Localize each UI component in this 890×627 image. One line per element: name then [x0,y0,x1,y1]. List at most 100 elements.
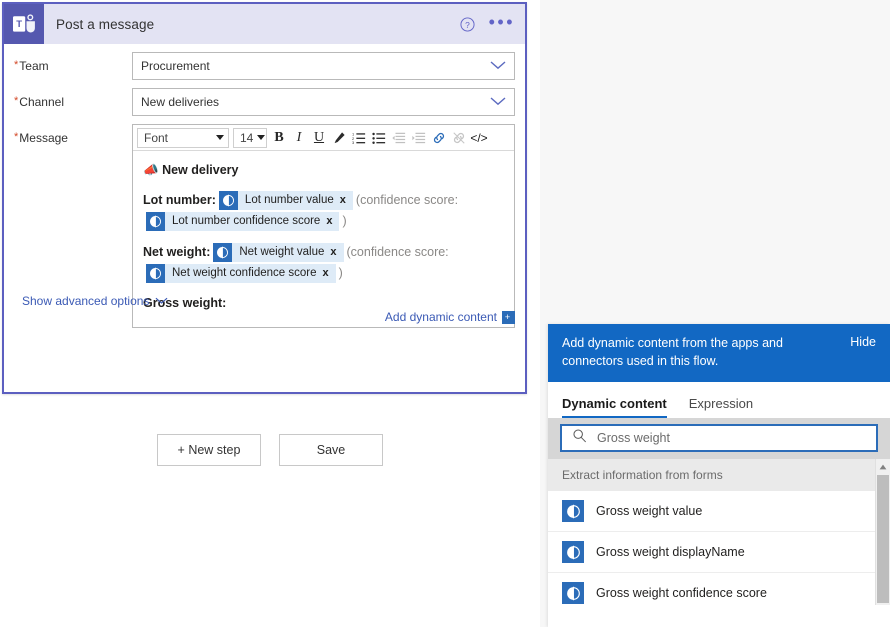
hide-panel-button[interactable]: Hide [850,335,876,349]
message-line-net-weight-row2: Net weight confidence score x ) [143,263,504,284]
list-item[interactable]: Gross weight displayName [548,532,890,574]
dynamic-content-search-band [548,418,890,460]
field-label-message: *Message [14,124,132,145]
show-advanced-options-toggle[interactable]: Show advanced options [22,294,168,308]
message-heading: 📣 New delivery [143,161,504,180]
svg-text:T: T [16,19,22,30]
underline-button[interactable]: U [309,127,329,149]
save-button[interactable]: Save [279,434,383,466]
dynamic-content-icon [562,500,584,523]
token-lot-number-value[interactable]: Lot number value x [218,190,353,210]
chevron-down-icon [216,135,224,140]
add-dynamic-content-link[interactable]: Add dynamic content [385,310,497,324]
field-label-team-text: Team [19,59,49,73]
link-icon[interactable] [429,127,449,149]
lot-number-label: Lot number: [143,192,216,207]
required-indicator-team: * [14,59,19,71]
dynamic-content-tabs: Dynamic content Expression [548,382,890,419]
show-advanced-options-label: Show advanced options [22,294,150,308]
token-lot-number-confidence-score[interactable]: Lot number confidence score x [146,211,340,231]
dynamic-content-icon [146,211,165,231]
channel-dropdown-value: New deliveries [141,95,220,109]
search-input[interactable] [587,426,876,451]
code-view-button[interactable]: </> [469,127,489,149]
ellipsis-icon[interactable]: ••• [489,13,515,36]
tab-dynamic-content[interactable]: Dynamic content [562,396,667,419]
chevron-down-icon [490,59,506,73]
svg-text:3: 3 [352,140,355,145]
field-label-team: *Team [14,52,132,73]
dynamic-content-icon [562,582,584,605]
dynamic-content-panel-description: Add dynamic content from the apps and co… [562,336,783,369]
token-remove-button[interactable]: x [322,265,335,282]
net-weight-label: Net weight: [143,244,211,259]
help-circle-icon[interactable]: ? [460,16,475,32]
token-label: Net weight confidence score [172,266,317,279]
message-line-net-weight: Net weight: Net weight value x (confiden… [143,242,504,284]
bold-button[interactable]: B [269,127,289,149]
dynamic-content-panel-header: Add dynamic content from the apps and co… [548,324,890,383]
field-label-message-text: Message [19,131,68,145]
chevron-down-icon [490,95,506,109]
dynamic-content-scrollbar[interactable] [875,459,890,606]
token-label: Lot number confidence score [172,214,321,227]
scroll-up-icon[interactable] [876,459,890,474]
numbered-list-icon[interactable]: 1 2 3 [349,127,369,149]
token-remove-button[interactable]: x [330,244,343,261]
dynamic-content-panel: Add dynamic content from the apps and co… [548,324,890,627]
message-heading-text: New delivery [162,163,239,177]
chevron-down-icon [257,135,266,140]
dynamic-content-search[interactable] [560,424,878,453]
token-remove-button[interactable]: x [326,213,339,230]
tab-expression[interactable]: Expression [689,396,753,418]
card-header: T Post a message ? ••• [4,4,525,44]
token-label: Lot number value [244,193,334,206]
dynamic-content-group-header: Extract information from forms [548,459,890,492]
list-item-label: Gross weight displayName [596,545,745,560]
italic-button[interactable]: I [289,127,309,149]
list-item-label: Gross weight value [596,504,703,519]
message-editor: Font 14 B I U 1 2 3 </> 📣 New delivery L… [132,124,515,328]
message-line-net-weight-row1: Net weight: Net weight value x (confiden… [143,242,504,263]
font-family-select[interactable]: Font [137,127,229,148]
net-weight-paren-close: ) [338,265,343,280]
bulleted-list-icon[interactable] [369,127,389,149]
token-remove-button[interactable]: x [340,192,353,209]
dynamic-content-icon [218,190,238,210]
message-line-lot-number: Lot number: Lot number value x (confiden… [143,190,504,232]
list-item-label: Gross weight confidence score [596,586,767,601]
list-item[interactable]: Gross weight value [548,491,890,533]
font-size-select[interactable]: 14 [233,127,267,148]
token-label: Net weight value [239,245,325,258]
channel-dropdown[interactable]: New deliveries [132,88,515,116]
post-a-message-card: T Post a message ? ••• *Team Procurement… [2,2,527,394]
list-item[interactable]: Gross weight confidence score [548,573,890,605]
flow-actions: + New step Save [0,434,540,466]
field-label-channel: *Channel [14,88,132,109]
card-body: *Team Procurement *Channel New deliverie… [4,44,525,328]
pen-icon[interactable] [329,127,349,149]
message-editor-content[interactable]: 📣 New delivery Lot number: Lot number va… [133,151,514,327]
lot-number-paren-close: ) [342,213,347,228]
search-icon [572,428,587,448]
add-dynamic-content-row: Add dynamic content + [385,310,515,324]
field-row-team: *Team Procurement [14,52,515,80]
message-line-lot-number-row2: Lot number confidence score x ) [143,211,504,232]
token-net-weight-confidence-score[interactable]: Net weight confidence score x [146,263,336,283]
net-weight-paren-open: (confidence score: [346,244,449,259]
scrollbar-thumb[interactable] [877,475,889,604]
increase-indent-icon [409,127,429,149]
team-dropdown-value: Procurement [141,59,210,73]
new-step-button[interactable]: + New step [157,434,261,466]
token-net-weight-value[interactable]: Net weight value x [213,242,344,262]
megaphone-icon: 📣 [143,163,159,177]
dynamic-content-list: Extract information from forms Gross wei… [548,459,890,606]
add-dynamic-content-icon[interactable]: + [502,310,515,324]
microsoft-teams-icon: T [4,4,44,44]
field-label-channel-text: Channel [19,95,64,109]
app-root: T Post a message ? ••• *Team Procurement… [0,0,890,627]
dynamic-content-icon [146,263,165,283]
field-row-channel: *Channel New deliveries [14,88,515,116]
team-dropdown[interactable]: Procurement [132,52,515,80]
font-size-value: 14 [240,130,254,145]
